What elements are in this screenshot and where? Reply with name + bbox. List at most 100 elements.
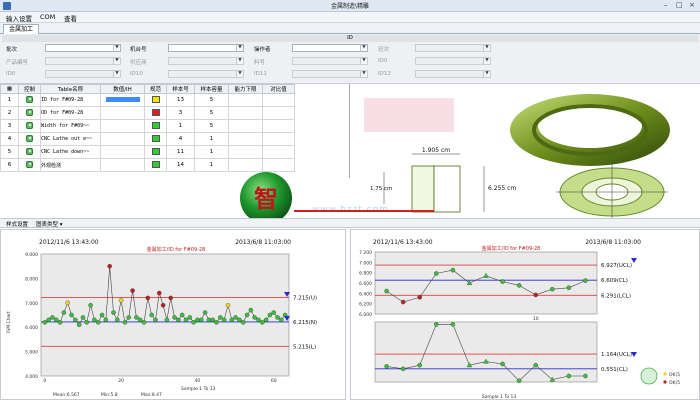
control-cell[interactable] <box>18 132 41 146</box>
data-point <box>256 317 261 323</box>
control-cell[interactable] <box>18 145 41 159</box>
window-title: 金属制造\精雕 <box>330 3 370 10</box>
data-point <box>141 320 147 325</box>
data-point <box>384 288 389 294</box>
control-toggle-icon[interactable] <box>26 121 33 129</box>
data-point <box>99 312 105 318</box>
sample-size-cell: 5 <box>194 93 229 107</box>
data-point <box>214 320 219 325</box>
value-bar <box>105 96 140 102</box>
col-header-lower-capability[interactable]: 能力下限 <box>228 84 263 94</box>
close-icon[interactable]: × <box>689 1 695 9</box>
data-point <box>202 310 208 315</box>
data-point <box>218 315 223 320</box>
control-toggle-icon[interactable] <box>26 160 33 168</box>
chevron-down-icon: ▼ <box>113 58 120 64</box>
table-name-cell[interactable]: CNC Lathe down~~ <box>40 145 101 159</box>
form-label-id0b: ID0 <box>6 71 16 77</box>
value-cell <box>100 145 145 159</box>
table-row[interactable]: 4 CNC Lathe out e~~ 4 1 <box>0 132 295 146</box>
data-point <box>417 362 423 368</box>
compare-cell <box>262 119 295 133</box>
supplier-select: ▼ <box>168 57 244 65</box>
control-cell[interactable] <box>18 119 41 133</box>
data-point <box>191 320 196 325</box>
col-header-control[interactable]: 控制 <box>18 84 41 94</box>
minimize-icon[interactable]: – <box>664 1 668 9</box>
batch-select[interactable]: ▼ <box>45 44 121 52</box>
xbar-r-chart-panel: 2012/11/6 13:43:00 2013/6/8 11:03:00 金属加工/… <box>350 229 700 400</box>
control-toggle-icon[interactable] <box>26 134 33 142</box>
control-cell[interactable] <box>18 158 41 172</box>
table-name-cell[interactable]: OD for F#09-28 <box>40 106 101 120</box>
chevron-down-icon: ▼ <box>483 45 490 51</box>
legend-badge <box>640 367 658 385</box>
data-point <box>516 378 522 384</box>
col-header-spec[interactable]: 规范 <box>144 84 167 94</box>
menu-view[interactable]: 查看 <box>64 13 77 23</box>
control-toggle-icon[interactable] <box>26 108 33 116</box>
row-number: 3 <box>0 119 19 133</box>
y-tick-label: 5.000 <box>25 350 38 356</box>
table-name-cell[interactable]: ID for F#09-28 <box>40 93 101 107</box>
menu-com[interactable]: COM <box>40 13 55 21</box>
col-header-sample-no[interactable]: 样本号 <box>166 84 195 94</box>
form-label-batch: 批次 <box>6 47 18 53</box>
maximize-icon[interactable]: □ <box>676 1 683 9</box>
menu-input-settings[interactable]: 输入设置 <box>6 13 32 23</box>
spec-status-indicator <box>151 121 160 129</box>
table-name-cell[interactable]: CNC Lathe out e~~ <box>40 132 101 146</box>
table-row[interactable]: 3 Width for F#09~~ 1 5 <box>0 119 295 133</box>
data-point <box>400 366 406 372</box>
x-tick-label: 10 <box>533 316 539 322</box>
chart-type-dropdown[interactable]: 图表类型 ▾ <box>36 220 63 228</box>
col-header-sample-size[interactable]: 样本容量 <box>194 84 229 94</box>
chart-subtitle: 金属加工/ID for F#09-28 <box>147 246 206 253</box>
table-name-cell[interactable]: Width for F#09~~ <box>40 119 101 133</box>
data-point <box>237 317 242 323</box>
data-point <box>42 320 48 325</box>
control-toggle-icon[interactable] <box>26 147 33 155</box>
y-tick-label: 4.000 <box>25 374 38 380</box>
table-row[interactable]: 1 ID for F#09-28 13 5 <box>0 93 295 107</box>
machine-select[interactable]: ▼ <box>168 44 244 52</box>
chart-date-end: 2013/6/8 11:03:00 <box>585 239 641 246</box>
compare-cell <box>262 106 295 120</box>
control-cell[interactable] <box>18 93 41 107</box>
tab-metal-processing[interactable]: 金属加工 <box>3 24 40 34</box>
sample-size-cell: 1 <box>194 132 229 146</box>
data-point <box>549 286 555 292</box>
table-name-cell[interactable]: 外观检测 <box>40 158 101 172</box>
dim-top-label: 1.905 cm <box>422 147 450 154</box>
chevron-down-icon: ▼ <box>360 71 367 77</box>
chevron-down-icon: ▼ <box>360 58 367 64</box>
table-row[interactable]: 2 OD for F#09-28 3 5 <box>0 106 295 120</box>
row-number: 2 <box>0 106 19 120</box>
chevron-down-icon: ▼ <box>113 71 120 77</box>
operator-select[interactable]: ▼ <box>292 44 368 52</box>
data-point <box>206 317 212 323</box>
col-header-value[interactable]: 数值/IH <box>100 84 145 94</box>
chevron-down-icon: ▼ <box>360 45 367 51</box>
style-settings-button[interactable]: 样式设置 <box>6 220 28 228</box>
table-row[interactable]: 5 CNC Lathe down~~ 11 1 <box>0 145 295 159</box>
row-number: 5 <box>0 145 19 159</box>
y-tick-label: 6.600 <box>359 281 372 287</box>
col-header-table-name[interactable]: Table名称 <box>40 84 101 94</box>
y-tick-label: 9.000 <box>25 252 38 258</box>
form-label-supplier: 供应商 <box>130 60 147 66</box>
ism-chart: 2012/11/6 13:43:00 2013/6/8 11:03:00 金属加工/… <box>6 239 317 398</box>
control-cell[interactable] <box>18 106 41 120</box>
row-number: 6 <box>0 158 19 172</box>
data-point <box>533 292 538 298</box>
data-point <box>516 283 522 288</box>
x-tick-label: 40 <box>195 378 201 384</box>
data-point <box>57 320 63 325</box>
material-no-select: ▼ <box>292 57 368 65</box>
sample-no-cell: 1 <box>166 119 195 133</box>
col-header-select[interactable]: ▦ <box>0 84 19 94</box>
data-point <box>153 317 158 323</box>
control-toggle-icon[interactable] <box>26 95 33 103</box>
col-header-compare[interactable]: 对比值 <box>262 84 295 94</box>
data-point <box>533 362 538 368</box>
